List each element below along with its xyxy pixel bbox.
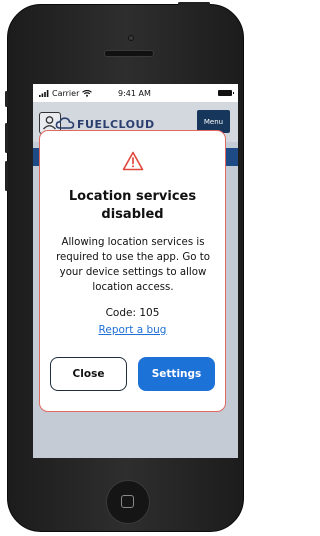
cloud-logo-icon <box>55 117 75 129</box>
volume-down-button <box>5 161 8 191</box>
error-code: Code: 105 <box>105 307 160 319</box>
carrier-label: Carrier <box>52 88 80 98</box>
home-button-icon <box>121 495 134 508</box>
warning-icon <box>122 151 144 171</box>
volume-up-button <box>5 123 8 153</box>
front-camera <box>128 35 134 41</box>
mute-switch <box>5 91 8 107</box>
status-bar: Carrier 9:41 AM <box>33 84 238 102</box>
dialog-message: Allowing location services is required t… <box>56 237 210 293</box>
report-bug-link[interactable]: Report a bug <box>40 324 225 336</box>
dialog-title: Location services disabled <box>68 189 197 222</box>
battery-icon <box>218 90 234 96</box>
wifi-icon <box>82 89 93 97</box>
home-button[interactable] <box>106 480 150 524</box>
signal-icon <box>39 89 49 97</box>
close-button[interactable]: Close <box>50 357 127 391</box>
settings-button[interactable]: Settings <box>138 357 215 391</box>
power-button <box>178 2 210 5</box>
status-time: 9:41 AM <box>118 88 151 98</box>
earpiece-speaker <box>104 50 154 57</box>
location-disabled-dialog: Location services disabled Allowing loca… <box>39 130 226 412</box>
